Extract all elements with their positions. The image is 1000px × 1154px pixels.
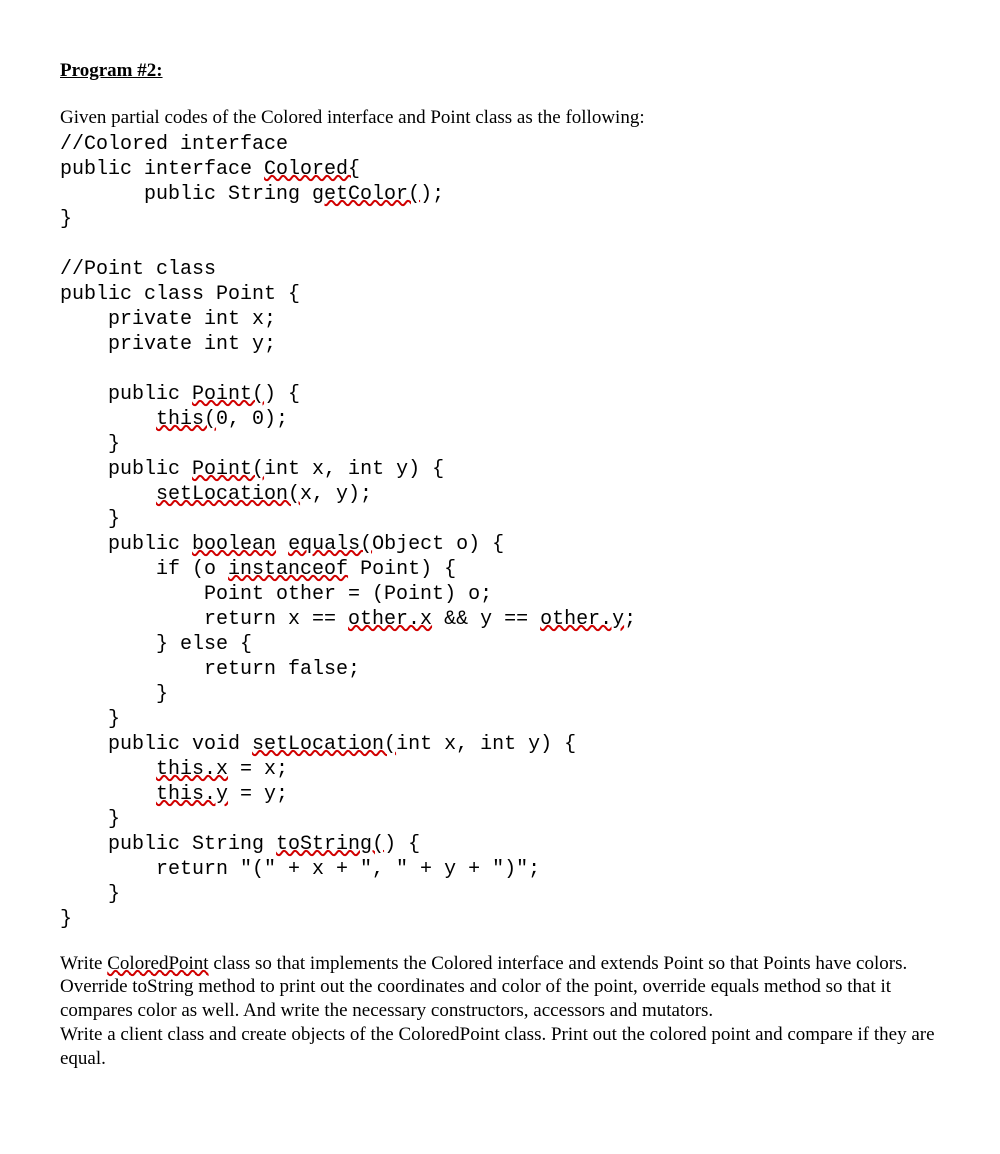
intro-text: Given partial codes of the Colored inter… [60,107,940,130]
code-squiggle: instanceof [228,558,348,581]
code-text: && y == [432,608,540,631]
code-line: //Point class [60,258,216,281]
code-line: } [60,808,120,831]
code-squiggle: this.y [156,783,228,806]
code-line: public [60,533,192,556]
code-line: if (o [60,558,228,581]
code-line: } [60,708,120,731]
code-squiggle: other.y [540,608,624,631]
code-squiggle: getColor( [312,183,420,206]
code-text: 0, 0); [216,408,288,431]
code-line: Point other = (Point) o; [60,583,492,606]
code-text: = y; [228,783,288,806]
code-squiggle: Point( [192,383,264,406]
code-line: } [60,908,72,931]
code-text: ) { [384,833,420,856]
code-line: } [60,883,120,906]
code-line: public String [60,833,276,856]
code-squiggle: this.x [156,758,228,781]
instructions-p1: Write ColoredPoint class so that impleme… [60,952,940,1023]
code-line: private int y; [60,333,276,356]
squiggle-word: ColoredPoint [107,953,208,974]
code-line [60,783,156,806]
code-text [276,533,288,556]
code-line: //Colored interface [60,133,288,156]
code-squiggle: setLocation( [156,483,300,506]
code-line: public interface [60,158,264,181]
code-text: ); [420,183,444,206]
code-line: public [60,458,192,481]
code-line [60,758,156,781]
code-squiggle: toString( [276,833,384,856]
code-squiggle: boolean [192,533,276,556]
code-line: public class Point { [60,283,300,306]
code-squiggle: Colored{ [264,158,360,181]
program-heading: Program #2: [60,60,940,83]
code-line: return false; [60,658,360,681]
code-line: private int x; [60,308,276,331]
code-text: x, y); [300,483,372,506]
code-squiggle: this( [156,408,216,431]
code-line: public void [60,733,252,756]
code-text: ) { [264,383,300,406]
code-line: } [60,683,168,706]
instructions: Write ColoredPoint class so that impleme… [60,952,940,1071]
text: Write [60,953,107,974]
code-text: int x, int y) { [264,458,444,481]
code-line: } [60,508,120,531]
code-text: Object o) { [372,533,504,556]
code-squiggle: other.x [348,608,432,631]
code-line: return "(" + x + ", " + y + ")"; [60,858,540,881]
instructions-p2: Write a client class and create objects … [60,1023,940,1071]
code-line: } [60,208,72,231]
code-text: Point) { [348,558,456,581]
code-line: } else { [60,633,252,656]
code-line: return x == [60,608,348,631]
code-line: } [60,433,120,456]
code-text: int x, int y) { [396,733,576,756]
code-text: ; [624,608,636,631]
code-line [60,408,156,431]
code-block: //Colored interface public interface Col… [60,132,940,932]
code-line [60,483,156,506]
code-squiggle: Point( [192,458,264,481]
code-squiggle: setLocation( [252,733,396,756]
code-squiggle: equals( [288,533,372,556]
code-line: public [60,383,192,406]
code-line: public String [60,183,312,206]
code-text: = x; [228,758,288,781]
